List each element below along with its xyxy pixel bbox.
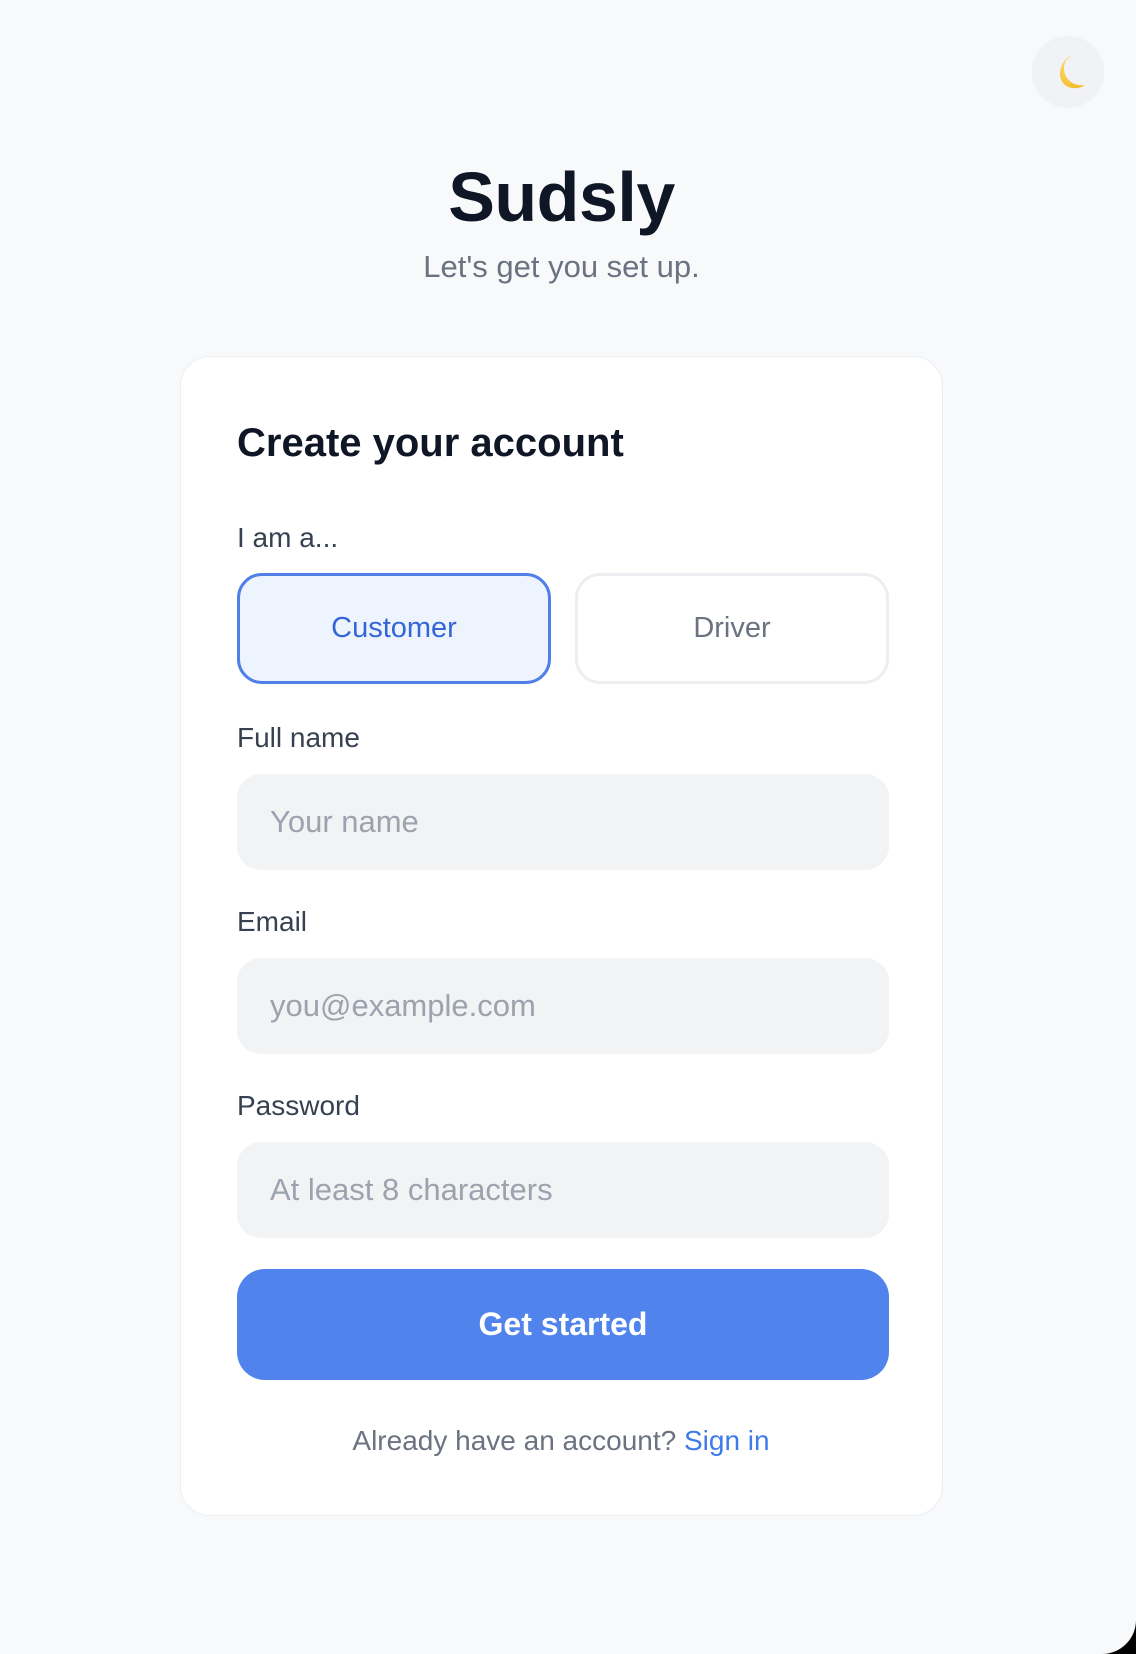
- signup-card: Create your account I am a... Customer D…: [180, 356, 943, 1516]
- email-input[interactable]: [237, 958, 889, 1054]
- role-label: I am a...: [237, 522, 339, 553]
- role-option-driver[interactable]: Driver: [575, 573, 889, 684]
- card-title: Create your account: [237, 421, 624, 465]
- role-option-customer[interactable]: Customer: [237, 573, 551, 684]
- brand-title: Sudsly: [448, 158, 675, 236]
- signin-prompt-text: Already have an account?: [352, 1425, 677, 1456]
- full-name-label: Full name: [237, 722, 360, 753]
- get-started-button[interactable]: Get started: [237, 1269, 889, 1380]
- crescent-moon-icon: [1046, 49, 1090, 96]
- password-label: Password: [237, 1090, 360, 1121]
- theme-toggle-button[interactable]: [1032, 36, 1104, 108]
- tagline: Let's get you set up.: [423, 249, 700, 284]
- signin-prompt: Already have an account? Sign in: [181, 1423, 941, 1459]
- full-name-input[interactable]: [237, 774, 889, 870]
- signup-screen: Sudsly Let's get you set up. Create your…: [0, 0, 1136, 1654]
- password-input[interactable]: [237, 1142, 889, 1238]
- email-label: Email: [237, 906, 308, 937]
- sign-in-link[interactable]: Sign in: [684, 1425, 770, 1456]
